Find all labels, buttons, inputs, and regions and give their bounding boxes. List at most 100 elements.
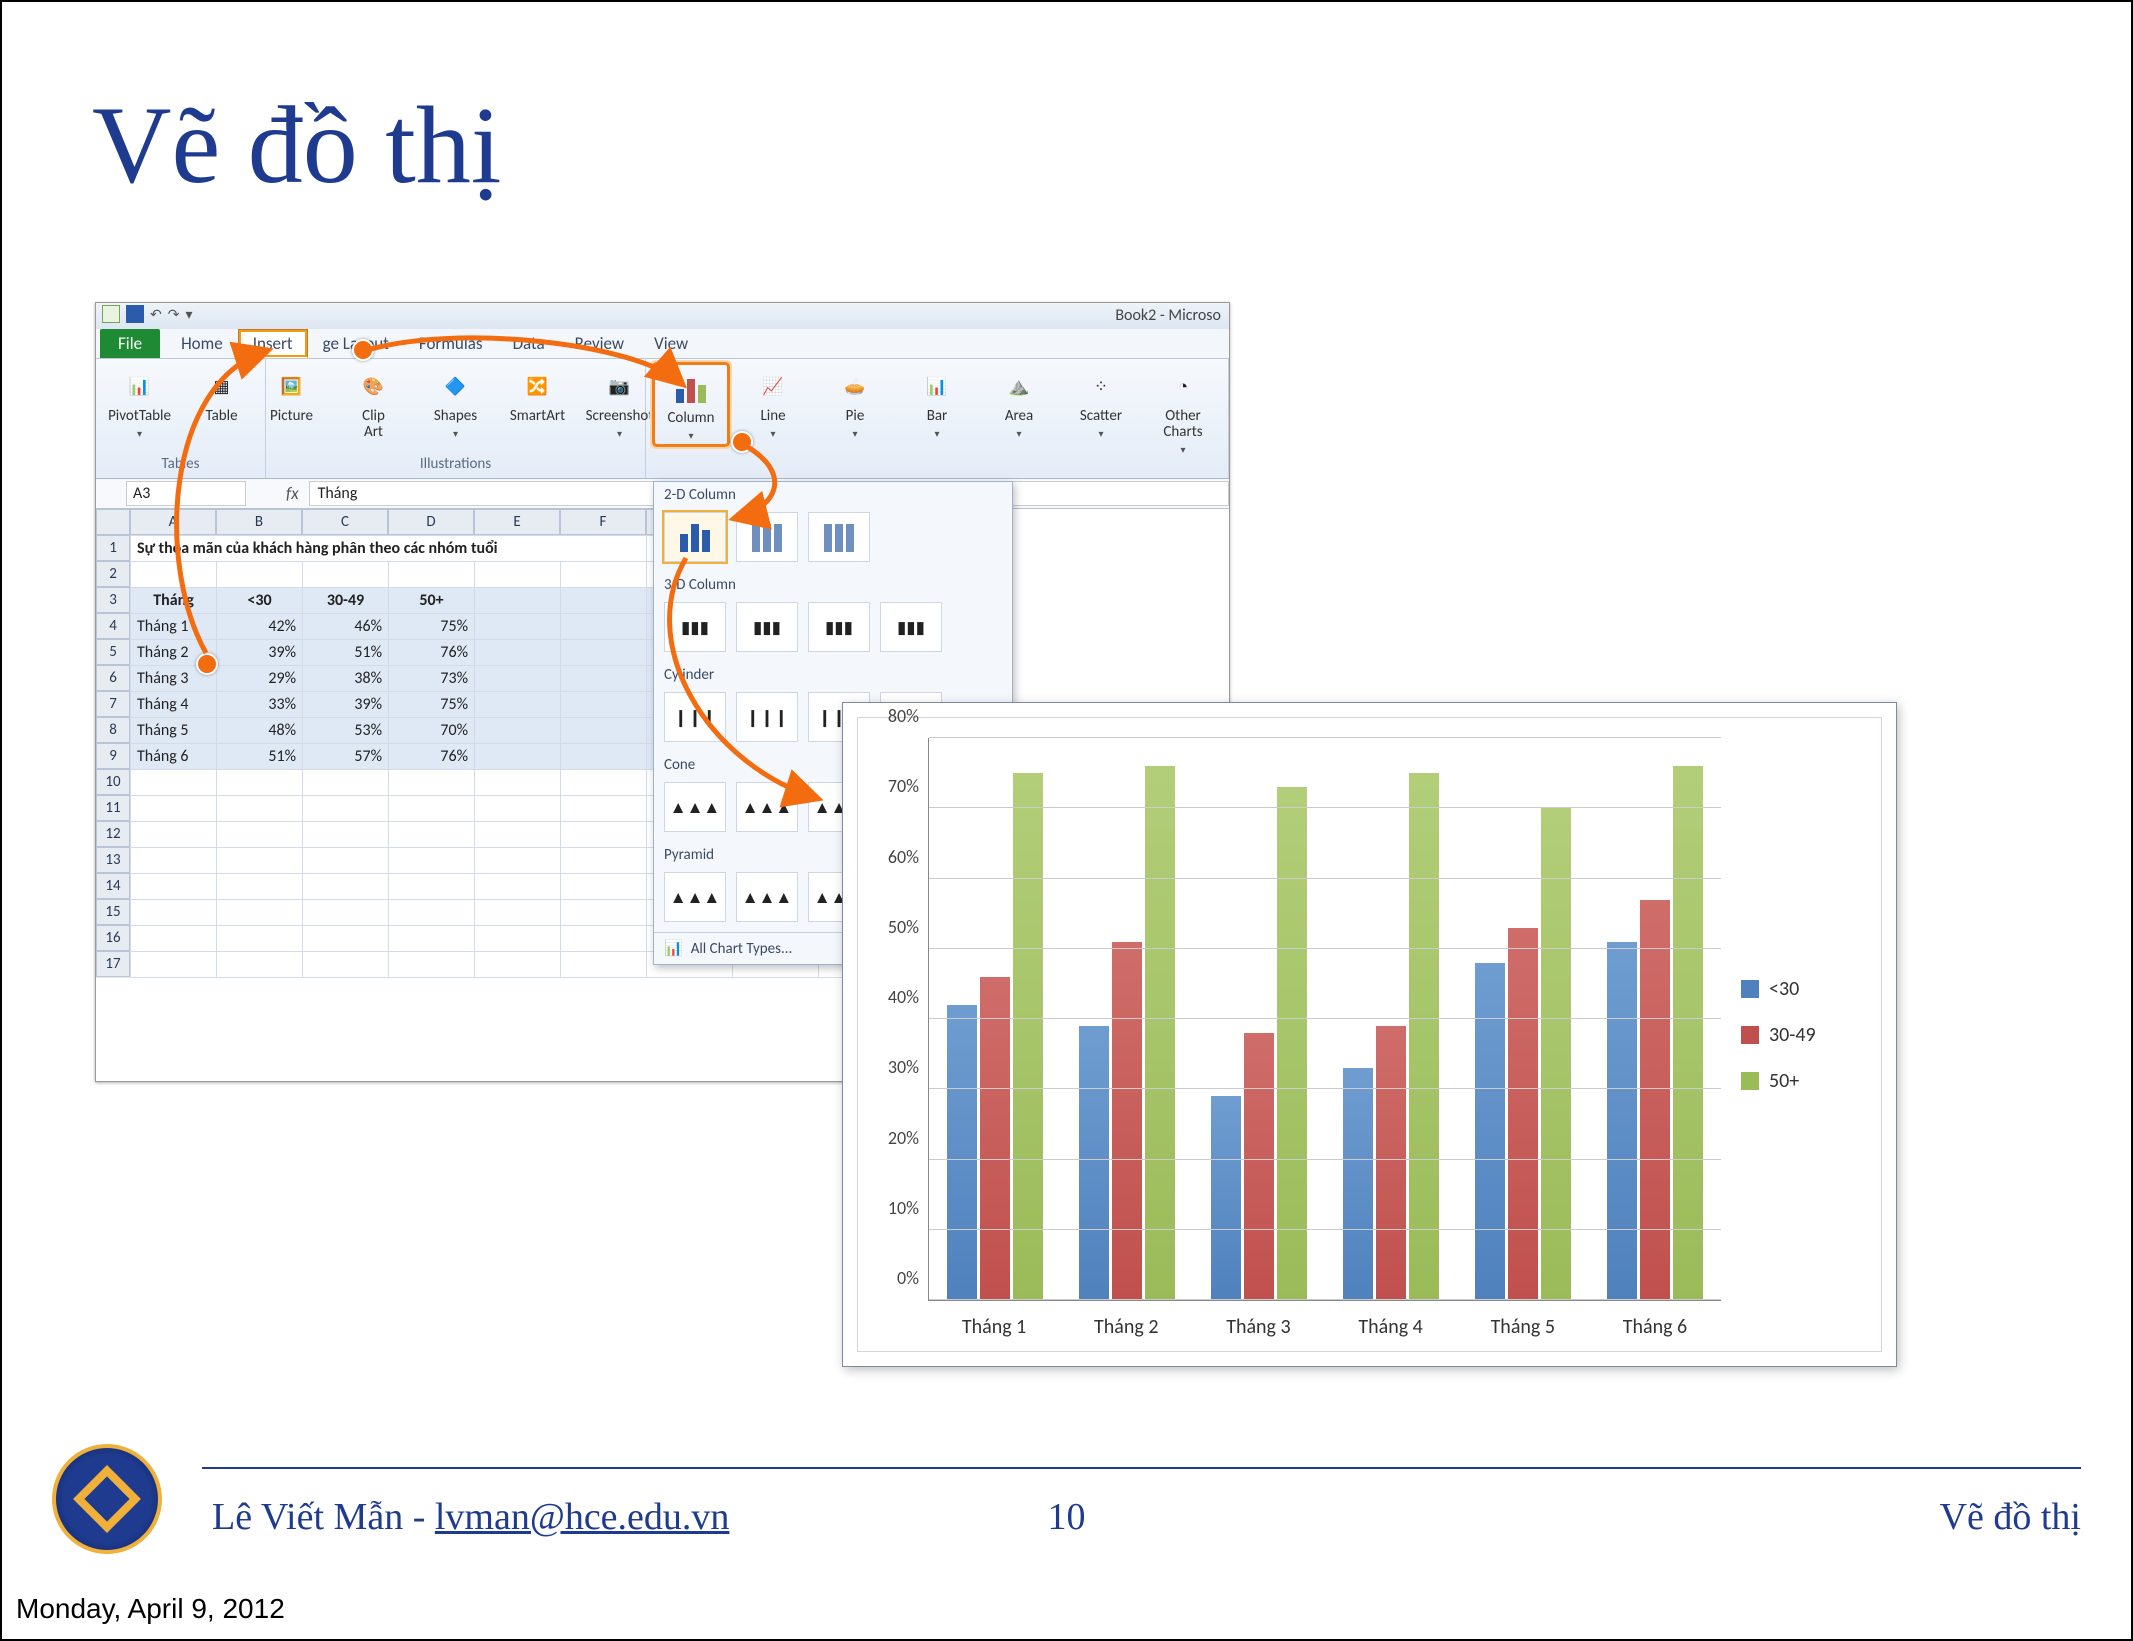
row-header[interactable]: 11: [96, 795, 130, 821]
btn-column-chart[interactable]: Column ▾: [655, 365, 727, 444]
table-cell[interactable]: 46%: [303, 614, 389, 640]
row-header[interactable]: 16: [96, 925, 130, 951]
undo-icon[interactable]: ↶: [150, 306, 162, 323]
table-row-label[interactable]: Tháng 6: [131, 744, 217, 770]
dd-pyr-1[interactable]: ▲▲▲: [664, 872, 726, 922]
save-icon[interactable]: [126, 305, 144, 323]
dd-clustered-column[interactable]: [664, 512, 726, 562]
btn-area-chart[interactable]: ⛰️Area▾: [983, 365, 1055, 440]
dd-cone-2[interactable]: ▲▲▲: [736, 782, 798, 832]
select-all-corner[interactable]: [96, 509, 130, 535]
table-row-label[interactable]: Tháng 5: [131, 718, 217, 744]
btn-scatter-chart[interactable]: ⁘Scatter▾: [1065, 365, 1137, 440]
row-header[interactable]: 14: [96, 873, 130, 899]
table-cell[interactable]: 39%: [303, 692, 389, 718]
column-header[interactable]: D: [388, 509, 474, 535]
table-cell[interactable]: 33%: [217, 692, 303, 718]
row-header[interactable]: 8: [96, 717, 130, 743]
table-cell[interactable]: 76%: [389, 640, 475, 666]
table-cell[interactable]: 48%: [217, 718, 303, 744]
table-cell[interactable]: 75%: [389, 692, 475, 718]
btn-pivottable[interactable]: 📊 PivotTable ▾: [104, 365, 176, 440]
table-cell[interactable]: 51%: [303, 640, 389, 666]
qat-more-icon[interactable]: ▾: [185, 306, 192, 323]
table-cell[interactable]: 39%: [217, 640, 303, 666]
table-row-label[interactable]: Tháng 1: [131, 614, 217, 640]
y-tick-label: 20%: [869, 1127, 919, 1149]
btn-label: Column: [667, 411, 714, 427]
table-header-cell[interactable]: <30: [217, 588, 303, 614]
row-header[interactable]: 13: [96, 847, 130, 873]
column-header[interactable]: E: [474, 509, 560, 535]
dd-3d-100stacked[interactable]: ▮▮▮: [808, 602, 870, 652]
fx-icon[interactable]: fx: [286, 483, 299, 504]
author-email-link[interactable]: lvman@hce.edu.vn: [435, 1496, 730, 1538]
dd-100stacked-column[interactable]: [808, 512, 870, 562]
tab-insert[interactable]: Insert: [238, 329, 308, 358]
column-header[interactable]: F: [560, 509, 646, 535]
name-box[interactable]: A3: [126, 481, 246, 506]
btn-other-charts[interactable]: ◔Other Charts▾: [1147, 365, 1219, 456]
btn-picture[interactable]: 🖼️Picture: [256, 365, 328, 425]
row-header[interactable]: 7: [96, 691, 130, 717]
btn-smartart[interactable]: 🔀SmartArt: [502, 365, 574, 425]
column-header[interactable]: A: [130, 509, 216, 535]
table-header-cell[interactable]: 30-49: [303, 588, 389, 614]
dd-3d-column[interactable]: ▮▮▮: [880, 602, 942, 652]
column-header[interactable]: B: [216, 509, 302, 535]
tab-file[interactable]: File: [100, 329, 160, 358]
table-cell[interactable]: 38%: [303, 666, 389, 692]
dd-cone-1[interactable]: ▲▲▲: [664, 782, 726, 832]
table-cell[interactable]: 75%: [389, 614, 475, 640]
redo-icon[interactable]: ↷: [168, 306, 180, 323]
row-headers: 1234567891011121314151617: [96, 535, 130, 978]
btn-clipart[interactable]: 🎨Clip Art: [338, 365, 410, 441]
table-cell[interactable]: 70%: [389, 718, 475, 744]
row-header[interactable]: 10: [96, 769, 130, 795]
row-header[interactable]: 1: [96, 535, 130, 561]
chart-category: [929, 738, 1061, 1300]
row-header[interactable]: 5: [96, 639, 130, 665]
table-header-cell[interactable]: 50+: [389, 588, 475, 614]
table-row-label[interactable]: Tháng 4: [131, 692, 217, 718]
dd-3d-stacked[interactable]: ▮▮▮: [736, 602, 798, 652]
dd-cylinder-1[interactable]: ❙❙❙: [664, 692, 726, 742]
tab-view[interactable]: View: [639, 329, 703, 358]
btn-pie-chart[interactable]: 🥧Pie▾: [819, 365, 891, 440]
dd-3d-clustered[interactable]: ▮▮▮: [664, 602, 726, 652]
table-cell[interactable]: 76%: [389, 744, 475, 770]
column-header[interactable]: C: [302, 509, 388, 535]
btn-line-chart[interactable]: 📈Line▾: [737, 365, 809, 440]
table-cell[interactable]: 29%: [217, 666, 303, 692]
tab-formulas[interactable]: Formulas: [404, 329, 498, 358]
table-cell[interactable]: 53%: [303, 718, 389, 744]
row-header[interactable]: 4: [96, 613, 130, 639]
table-cell[interactable]: 73%: [389, 666, 475, 692]
btn-screenshot[interactable]: 📷Screenshot▾: [584, 365, 656, 440]
dd-stacked-column[interactable]: [736, 512, 798, 562]
table-cell[interactable]: 57%: [303, 744, 389, 770]
row-header[interactable]: 12: [96, 821, 130, 847]
sheet-title-cell[interactable]: Sự thỏa mãn của khách hàng phân theo các…: [131, 536, 647, 562]
row-header[interactable]: 3: [96, 587, 130, 613]
dd-pyr-2[interactable]: ▲▲▲: [736, 872, 798, 922]
btn-shapes[interactable]: 🔷Shapes▾: [420, 365, 492, 440]
tab-data[interactable]: Data: [498, 329, 560, 358]
btn-table[interactable]: ▦ Table: [186, 365, 258, 425]
dd-cylinder-2[interactable]: ❙❙❙: [736, 692, 798, 742]
table-cell[interactable]: 42%: [217, 614, 303, 640]
tab-review[interactable]: Review: [560, 329, 639, 358]
btn-label: Other Charts: [1163, 409, 1202, 441]
row-header[interactable]: 17: [96, 951, 130, 977]
y-tick-label: 70%: [869, 775, 919, 797]
table-header-cell[interactable]: Tháng: [131, 588, 217, 614]
row-header[interactable]: 6: [96, 665, 130, 691]
tab-home[interactable]: Home: [166, 329, 238, 358]
btn-bar-chart[interactable]: 📊Bar▾: [901, 365, 973, 440]
row-header[interactable]: 2: [96, 561, 130, 587]
row-header[interactable]: 9: [96, 743, 130, 769]
result-chart[interactable]: 0%10%20%30%40%50%60%70%80% Tháng 1Tháng …: [842, 702, 1897, 1367]
legend-label: 50+: [1769, 1069, 1799, 1093]
table-cell[interactable]: 51%: [217, 744, 303, 770]
row-header[interactable]: 15: [96, 899, 130, 925]
